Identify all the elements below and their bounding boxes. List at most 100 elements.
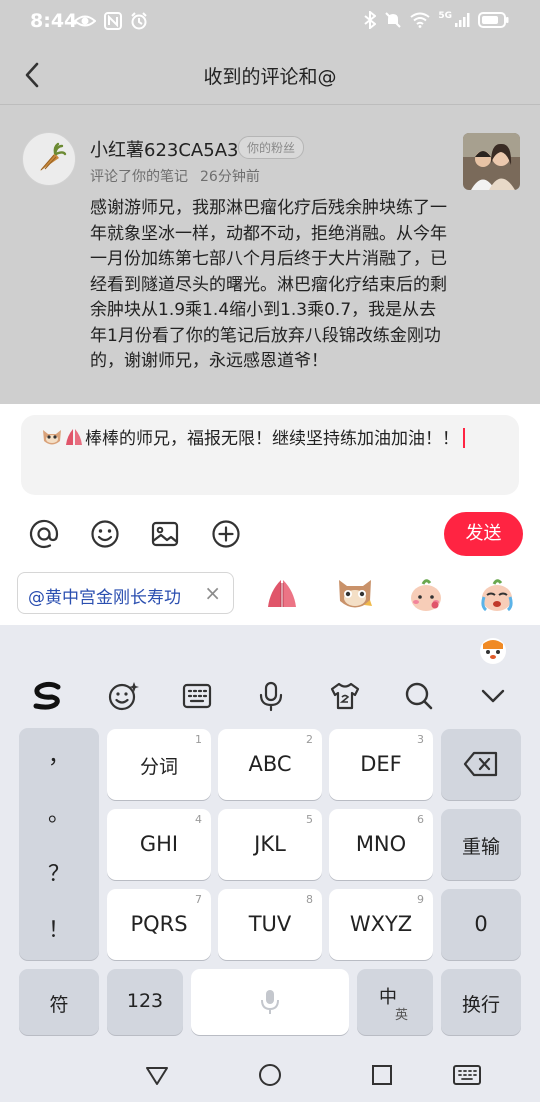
keyboard-top-bar	[0, 671, 540, 719]
nav-recents-icon[interactable]	[369, 1062, 395, 1088]
mention-chip[interactable]: @黄中宫金刚长寿功 ×	[17, 572, 234, 614]
key-number: 9	[417, 893, 424, 906]
key-abc[interactable]: ABC 2	[218, 729, 322, 800]
eye-icon	[74, 15, 96, 27]
comment-card[interactable]: 小红薯623CA5A3 你的粉丝 评论了你的笔记 26分钟前 感谢游师兄，我那淋巴…	[0, 106, 540, 404]
mention-label: @黄中宫金刚长寿功	[28, 588, 181, 608]
reply-text-area[interactable]: 棒棒的师兄，福报无限！继续坚持练加油加油！！	[41, 426, 501, 453]
key-tuv[interactable]: TUV 8	[218, 889, 322, 960]
space-key[interactable]	[191, 969, 349, 1035]
network-type-label: 5G	[438, 11, 452, 21]
space-mic-icon	[261, 990, 279, 1014]
key-fenci[interactable]: 分词 1	[107, 729, 211, 800]
divider	[0, 104, 540, 105]
note-photo	[463, 133, 520, 190]
nav-back-icon[interactable]	[144, 1062, 170, 1088]
language-switch-key[interactable]: 中 英	[357, 969, 433, 1035]
key-wxyz[interactable]: WXYZ 9	[329, 889, 433, 960]
key-label: DEF	[360, 752, 402, 776]
status-right-icons: 5G	[364, 11, 510, 29]
key-ghi[interactable]: GHI 4	[107, 809, 211, 880]
reply-input[interactable]: 棒棒的师兄，福报无限！继续坚持练加油加油！！	[21, 415, 519, 495]
key-label: MNO	[355, 832, 407, 856]
number-key[interactable]: 123	[107, 969, 183, 1035]
backspace-key[interactable]	[441, 729, 521, 800]
key-label: JKL	[254, 832, 286, 856]
hide-keyboard-chevron-icon[interactable]	[476, 679, 510, 713]
key-number: 6	[417, 813, 424, 826]
text-caret	[463, 428, 465, 448]
key-label: WXYZ	[349, 912, 413, 936]
wifi-icon	[410, 12, 430, 28]
status-bar: 8:44 5G	[0, 0, 540, 44]
carrot-icon	[40, 142, 67, 171]
cat-emoji-icon	[43, 430, 61, 445]
battery-icon	[478, 12, 509, 28]
comment-time: 26分钟前	[200, 169, 260, 185]
enter-key[interactable]: 换行	[441, 969, 521, 1035]
mute-icon	[385, 12, 402, 28]
comment-user-name[interactable]: 小红薯623CA5A3	[90, 136, 238, 162]
key-question[interactable]: ？	[19, 856, 99, 888]
backspace-icon	[463, 751, 498, 777]
comment-meta: 评论了你的笔记 26分钟前	[90, 166, 260, 186]
nav-home-icon[interactable]	[257, 1062, 283, 1088]
keyboard-mascot-icon[interactable]	[476, 633, 510, 667]
sogou-logo-icon[interactable]	[30, 679, 64, 713]
note-thumbnail[interactable]	[463, 133, 520, 190]
add-icon[interactable]	[210, 518, 242, 550]
alarm-icon	[131, 12, 147, 30]
system-nav-bar	[0, 1050, 540, 1102]
praying-hands-sticker[interactable]	[261, 573, 303, 615]
search-icon[interactable]	[402, 679, 436, 713]
keyboard: ， 。 ？ ！ 分词 1 ABC 2 DEF 3 GHI 4 JKL 5 MNO 6 重输 …	[0, 625, 540, 1102]
avatar[interactable]	[22, 132, 76, 186]
key-label: PQRS	[130, 912, 188, 936]
peach-blush-sticker[interactable]	[405, 573, 447, 615]
praying-hands-icon	[66, 429, 82, 445]
key-label: 符	[49, 994, 69, 1016]
symbol-key[interactable]: 符	[19, 969, 99, 1035]
nav-keyboard-icon[interactable]	[452, 1062, 482, 1088]
fan-badge: 你的粉丝	[238, 136, 305, 159]
emoji-icon[interactable]	[89, 518, 121, 550]
reply-text-value: 棒棒的师兄，福报无限！继续坚持练加油加油！！	[85, 429, 459, 449]
keyboard-layout-icon[interactable]	[180, 679, 214, 713]
emoji-smile-icon[interactable]	[106, 679, 140, 713]
zero-key[interactable]: 0	[441, 889, 521, 960]
nfc-icon	[104, 12, 122, 30]
key-number: 8	[306, 893, 313, 906]
microphone-icon[interactable]	[254, 679, 288, 713]
key-label: GHI	[139, 832, 179, 856]
key-number: 5	[306, 813, 313, 826]
send-button[interactable]: 发送	[444, 512, 523, 556]
key-jkl[interactable]: JKL 5	[218, 809, 322, 880]
key-comma[interactable]: ，	[19, 738, 99, 770]
cat-sticker[interactable]	[334, 573, 376, 615]
key-label: 123	[126, 990, 164, 1012]
punctuation-column[interactable]: ， 。 ？ ！	[19, 728, 99, 960]
bluetooth-icon	[364, 11, 377, 29]
key-number: 1	[195, 733, 202, 746]
key-exclaim[interactable]: ！	[19, 912, 99, 944]
key-label: TUV	[248, 912, 292, 936]
mention-close-button[interactable]: ×	[204, 581, 221, 605]
status-left-icons	[74, 12, 148, 30]
at-mention-icon[interactable]	[28, 518, 60, 550]
key-mno[interactable]: MNO 6	[329, 809, 433, 880]
comment-action: 评论了你的笔记	[90, 169, 188, 185]
key-label: 分词	[139, 756, 178, 778]
crying-peach-sticker[interactable]	[476, 573, 518, 615]
top-nav: 收到的评论和@	[0, 46, 540, 104]
image-icon[interactable]	[149, 518, 181, 550]
signal-icon	[455, 13, 470, 27]
key-pqrs[interactable]: PQRS 7	[107, 889, 211, 960]
key-label: 0	[474, 912, 488, 936]
retype-key[interactable]: 重输	[441, 809, 521, 880]
key-period[interactable]: 。	[19, 796, 99, 828]
key-def[interactable]: DEF 3	[329, 729, 433, 800]
lang-sub: 英	[395, 1008, 409, 1023]
key-number: 7	[195, 893, 202, 906]
key-label: ABC	[248, 752, 292, 776]
skin-shirt-icon[interactable]	[328, 679, 362, 713]
